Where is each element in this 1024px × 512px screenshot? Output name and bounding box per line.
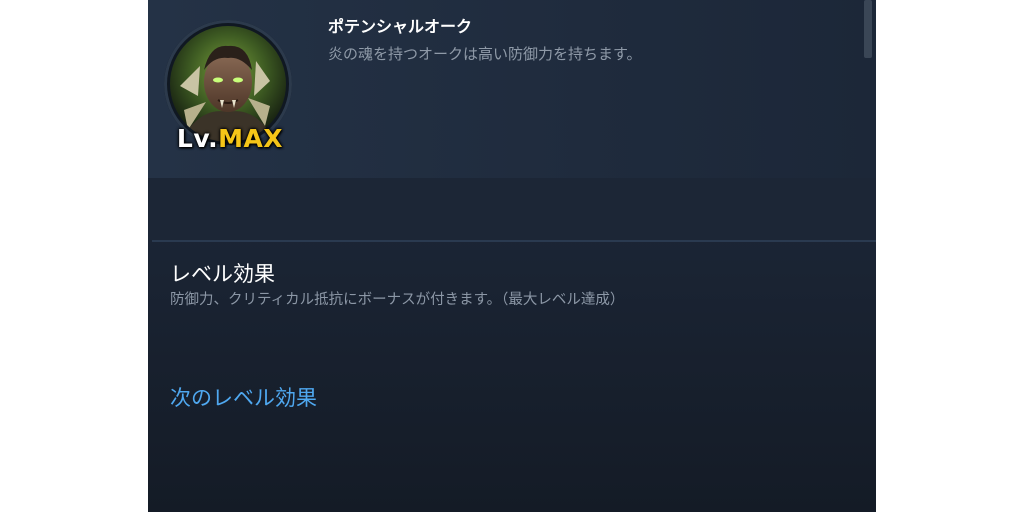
character-detail-panel: Lv.MAX ポテンシャルオーク 炎の魂を持つオークは高い防御力を持ちます。 レ… bbox=[148, 0, 876, 512]
level-prefix: Lv. bbox=[176, 124, 219, 153]
level-effect-title: レベル効果 bbox=[170, 262, 275, 286]
character-description: 炎の魂を持つオークは高い防御力を持ちます。 bbox=[328, 45, 642, 63]
level-badge: Lv.MAX bbox=[168, 124, 292, 153]
character-name: ポテンシャルオーク bbox=[328, 17, 473, 36]
next-level-effect-link[interactable]: 次のレベル効果 bbox=[170, 382, 317, 412]
level-effect-description: 防御力、クリティカル抵抗にボーナスが付きます。（最大レベル達成） bbox=[170, 292, 625, 308]
header-spacer bbox=[148, 178, 876, 240]
level-value: MAX bbox=[218, 124, 284, 153]
character-header: Lv.MAX ポテンシャルオーク 炎の魂を持つオークは高い防御力を持ちます。 bbox=[148, 0, 876, 178]
scrollbar-thumb[interactable] bbox=[864, 0, 872, 58]
section-divider bbox=[152, 240, 876, 242]
